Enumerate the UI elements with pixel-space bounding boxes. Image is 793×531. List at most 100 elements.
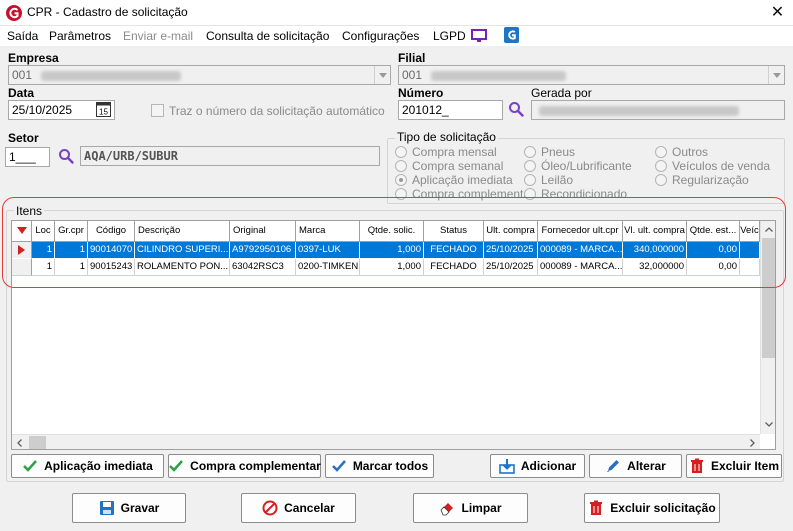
menu-saida[interactable]: Saída [7, 29, 38, 43]
horizontal-scrollbar[interactable] [12, 434, 760, 449]
grid-header-veic[interactable]: Veíc [740, 221, 760, 242]
chevron-down-icon[interactable] [374, 66, 390, 84]
calendar-icon[interactable]: 15 [96, 102, 111, 117]
title-bar: CPR - Cadastro de solicitação ✕ [0, 0, 793, 26]
numero-field[interactable]: 201012_ [398, 100, 503, 120]
monitor-icon[interactable] [471, 29, 487, 43]
radio-regularizacao-label: Regularização [672, 173, 749, 187]
alterar-label: Alterar [627, 459, 666, 473]
empresa-combo[interactable]: 001 [8, 65, 391, 85]
scroll-right-icon[interactable] [750, 439, 755, 447]
grid-header-qtde-est[interactable]: Qtde. est... [687, 221, 740, 242]
grid-header-gr-cpr[interactable]: Gr.cpr [55, 221, 88, 242]
radio-compra-mensal[interactable] [395, 146, 407, 158]
adicionar-button[interactable]: Adicionar [490, 454, 585, 478]
menu-consulta-solicitacao[interactable]: Consulta de solicitação [206, 29, 329, 43]
grid-header-ult-compra[interactable]: Ult. compra [484, 221, 538, 242]
row-indicator[interactable] [12, 259, 32, 276]
radio-pneus-label: Pneus [541, 145, 576, 159]
grid-header-codigo[interactable]: Código [88, 221, 135, 242]
cell-ult-compra: 25/10/2025 [484, 242, 538, 259]
close-button[interactable]: ✕ [762, 0, 793, 26]
cancelar-button[interactable]: Cancelar [241, 493, 356, 523]
radio-outros-label: Outros [672, 145, 709, 159]
radio-outros[interactable] [655, 146, 667, 158]
radio-oleo-lubrificante[interactable] [524, 160, 536, 172]
grid-header-status[interactable]: Status [424, 221, 484, 242]
cancel-icon [262, 500, 278, 516]
save-disk-icon [99, 501, 114, 515]
gravar-button[interactable]: Gravar [72, 493, 186, 523]
excluir-item-label: Excluir Item [710, 459, 780, 473]
excluir-solicitacao-label: Excluir solicitação [610, 501, 716, 515]
cell-codigo: 90015243 [88, 259, 135, 276]
radio-aplicacao-imediata[interactable] [395, 174, 407, 186]
cell-marca: 0200-TIMKEN [296, 259, 360, 276]
radio-veiculos-venda-label: Veículos de venda [672, 159, 771, 173]
horizontal-scroll-thumb[interactable] [29, 436, 46, 449]
filial-combo[interactable]: 001 [398, 65, 785, 85]
grid-header-qtde-solic[interactable]: Qtde. solic. [360, 221, 424, 242]
cell-loc: 1 [32, 259, 55, 276]
data-label: Data [8, 86, 35, 100]
setor-label: Setor [8, 131, 39, 145]
search-icon[interactable] [58, 148, 74, 164]
marcar-todos-button[interactable]: Marcar todos [325, 454, 434, 478]
trash-icon [590, 500, 603, 515]
app-shortcut-icon[interactable] [504, 27, 519, 43]
itens-grid[interactable]: Loc Gr.cpr Código Descrição Original Mar… [11, 220, 776, 450]
checkmark-icon [23, 460, 38, 472]
grid-header-loc[interactable]: Loc [32, 221, 55, 242]
svg-text:15: 15 [99, 108, 108, 117]
scroll-down-icon[interactable] [765, 422, 773, 427]
alterar-button[interactable]: Alterar [589, 454, 682, 478]
excluir-solicitacao-button[interactable]: Excluir solicitação [584, 493, 720, 523]
compra-complementar-button[interactable]: Compra complementar [168, 454, 321, 478]
scroll-left-icon[interactable] [17, 439, 22, 447]
cancelar-label: Cancelar [284, 501, 335, 515]
empresa-label: Empresa [8, 51, 59, 65]
grid-header-fornecedor[interactable]: Fornecedor ult.cpr [538, 221, 623, 242]
menu-parametros[interactable]: Parâmetros [49, 29, 111, 43]
grid-header-indicator[interactable] [12, 221, 32, 242]
menu-lgpd[interactable]: LGPD [433, 29, 466, 43]
radio-compra-semanal[interactable] [395, 160, 407, 172]
search-icon[interactable] [508, 101, 524, 117]
aplicacao-imediata-label: Aplicação imediata [44, 459, 153, 473]
adicionar-label: Adicionar [520, 459, 577, 473]
numero-label: Número [398, 86, 444, 100]
limpar-label: Limpar [461, 501, 502, 515]
marcar-todos-label: Marcar todos [352, 459, 429, 473]
radio-veiculos-venda[interactable] [655, 160, 667, 172]
radio-compra-complementar[interactable] [395, 188, 407, 200]
scroll-up-icon[interactable] [765, 227, 773, 232]
radio-leilao[interactable] [524, 174, 536, 186]
vertical-scroll-thumb[interactable] [762, 238, 775, 358]
setor-desc-value: AQA/URB/SUBUR [84, 149, 178, 163]
sort-arrow-icon [16, 227, 27, 234]
radio-regularizacao[interactable] [655, 174, 667, 186]
chevron-down-icon[interactable] [768, 66, 784, 84]
row-indicator[interactable] [12, 242, 32, 259]
grid-header-original[interactable]: Original [230, 221, 296, 242]
traz-numero-checkbox[interactable] [151, 104, 164, 117]
setor-code-field[interactable]: 1___ [5, 147, 50, 167]
limpar-button[interactable]: Limpar [413, 493, 528, 523]
excluir-item-button[interactable]: Excluir Item [686, 454, 782, 478]
aplicacao-imediata-button[interactable]: Aplicação imediata [11, 454, 164, 478]
radio-pneus[interactable] [524, 146, 536, 158]
menu-configuracoes[interactable]: Configurações [342, 29, 419, 43]
grid-header-vl-ult-compra[interactable]: Vl. ult. compra [623, 221, 687, 242]
grid-header-marca[interactable]: Marca [296, 221, 360, 242]
vertical-scrollbar[interactable] [760, 221, 775, 434]
gerada-por-redacted [539, 105, 739, 116]
gerada-por-label: Gerada por [531, 86, 592, 100]
menu-enviar-email[interactable]: Enviar e-mail [123, 29, 193, 43]
grid-header-descricao[interactable]: Descrição [135, 221, 230, 242]
setor-code-value: 1___ [9, 150, 36, 164]
radio-oleo-lubrificante-label: Óleo/Lubrificante [541, 159, 632, 173]
cell-vl-ult-compra: 32,000000 [623, 259, 687, 276]
radio-recondicionado[interactable] [524, 188, 536, 200]
cell-qtde-est: 0,00 [687, 242, 740, 259]
filial-label: Filial [398, 51, 426, 65]
